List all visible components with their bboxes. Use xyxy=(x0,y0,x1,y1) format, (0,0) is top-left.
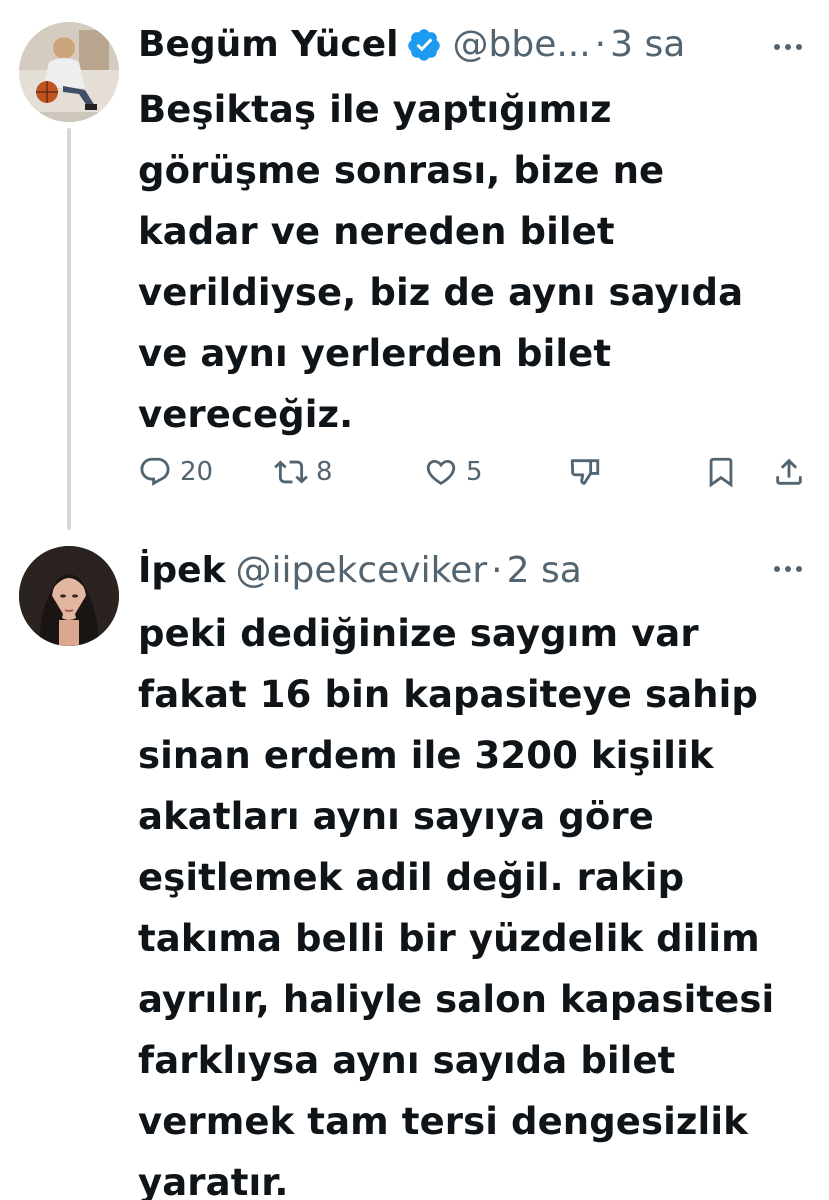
verified-badge-icon xyxy=(408,29,441,61)
tweet-text: Beşiktaş ile yaptığımız görüşme sonrası,… xyxy=(138,88,744,436)
avatar[interactable] xyxy=(19,546,119,646)
like-button[interactable]: 5 xyxy=(424,450,483,494)
avatar[interactable] xyxy=(19,22,119,122)
display-name[interactable]: Begüm Yücel xyxy=(138,18,398,72)
separator-dot: · xyxy=(594,24,607,65)
share-icon xyxy=(776,458,802,485)
more-options-icon[interactable] xyxy=(773,42,803,52)
tweet-thread: Begüm Yücel @bbe... · 3 sa Beşiktaş ile … xyxy=(0,0,829,1200)
like-count: 5 xyxy=(466,457,483,487)
retweet-button[interactable]: 8 xyxy=(274,450,333,494)
thumbs-down-icon xyxy=(570,459,600,485)
display-name[interactable]: İpek xyxy=(138,544,226,598)
tweet-header: İpek @iipekceviker · 2 sa xyxy=(138,544,582,598)
heart-icon xyxy=(426,459,456,485)
avatar-image xyxy=(19,546,119,646)
timestamp[interactable]: 2 sa xyxy=(507,544,582,598)
downvote-button[interactable] xyxy=(568,450,602,494)
timestamp[interactable]: 3 sa xyxy=(610,18,685,72)
retweet-icon xyxy=(274,460,308,484)
reply-count: 20 xyxy=(180,457,214,487)
bookmark-icon xyxy=(709,457,733,488)
tweet-ipek[interactable]: İpek @iipekceviker · 2 sa peki dediğiniz… xyxy=(0,530,829,1200)
action-bar: 20 8 5 xyxy=(138,450,818,494)
tweet-begum-yucel[interactable]: Begüm Yücel @bbe... · 3 sa Beşiktaş ile … xyxy=(0,0,829,530)
retweet-count: 8 xyxy=(316,457,333,487)
handle[interactable]: @iipekceviker xyxy=(236,544,488,598)
bookmark-button[interactable] xyxy=(704,450,738,494)
avatar-image xyxy=(19,22,119,122)
handle[interactable]: @bbe... xyxy=(452,18,590,72)
tweet-text: peki dediğinize saygım var fakat 16 bin … xyxy=(138,612,775,1200)
separator-dot: · xyxy=(491,550,503,591)
tweet-header: Begüm Yücel @bbe... · 3 sa xyxy=(138,18,685,72)
reply-button[interactable]: 20 xyxy=(138,450,213,494)
reply-icon xyxy=(140,457,170,486)
more-options-icon[interactable] xyxy=(773,564,803,574)
share-button[interactable] xyxy=(772,450,806,494)
